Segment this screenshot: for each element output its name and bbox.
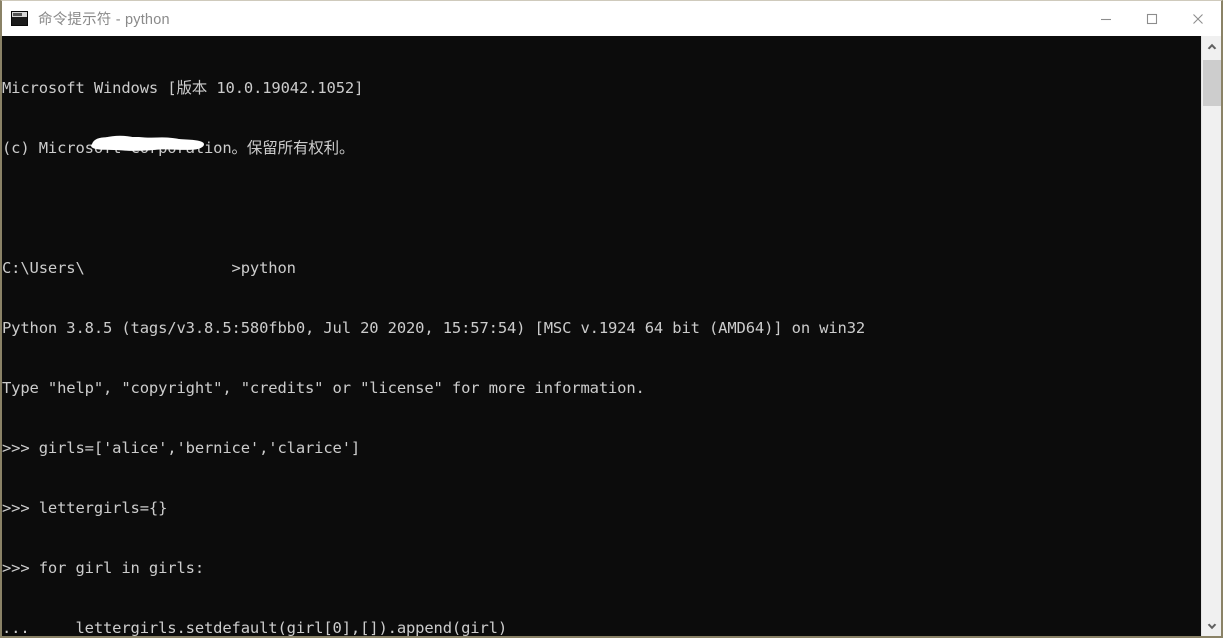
terminal-line: C:\Users\ >python <box>2 259 296 277</box>
console-output-area[interactable]: Microsoft Windows [版本 10.0.19042.1052] (… <box>2 36 1205 636</box>
terminal-line: Python 3.8.5 (tags/v3.8.5:580fbb0, Jul 2… <box>2 319 866 337</box>
chevron-up-icon <box>1207 43 1216 49</box>
scroll-up-button[interactable] <box>1202 36 1221 56</box>
console-window-icon <box>11 11 28 26</box>
terminal-line: >>> for girl in girls: <box>2 559 204 577</box>
terminal-line: Microsoft Windows [版本 10.0.19042.1052] <box>2 79 364 97</box>
scroll-down-button[interactable] <box>1202 616 1221 636</box>
close-icon <box>1193 13 1203 24</box>
window-controls <box>1083 1 1221 36</box>
window-title: 命令提示符 - python <box>38 12 170 28</box>
maximize-icon <box>1146 13 1158 24</box>
minimize-icon <box>1101 18 1111 20</box>
close-button[interactable] <box>1175 1 1221 36</box>
terminal-line: Type "help", "copyright", "credits" or "… <box>2 379 645 397</box>
terminal-text: Microsoft Windows [版本 10.0.19042.1052] (… <box>2 38 865 636</box>
terminal-line: (c) Microsoft Corporation。保留所有权利。 <box>2 139 355 157</box>
command-prompt-window: 命令提示符 - python Microsoft Windows [版本 10.… <box>0 0 1223 638</box>
terminal-line: >>> lettergirls={} <box>2 499 168 517</box>
minimize-button[interactable] <box>1083 1 1129 36</box>
scrollbar-thumb[interactable] <box>1203 60 1221 106</box>
maximize-button[interactable] <box>1129 1 1175 36</box>
vertical-scrollbar[interactable] <box>1201 36 1221 636</box>
window-titlebar[interactable]: 命令提示符 - python <box>2 1 1221 36</box>
terminal-line: ... lettergirls.setdefault(girl[0],[]).a… <box>2 619 507 636</box>
terminal-line: >>> girls=['alice','bernice','clarice'] <box>2 439 361 457</box>
chevron-down-icon <box>1207 623 1216 629</box>
